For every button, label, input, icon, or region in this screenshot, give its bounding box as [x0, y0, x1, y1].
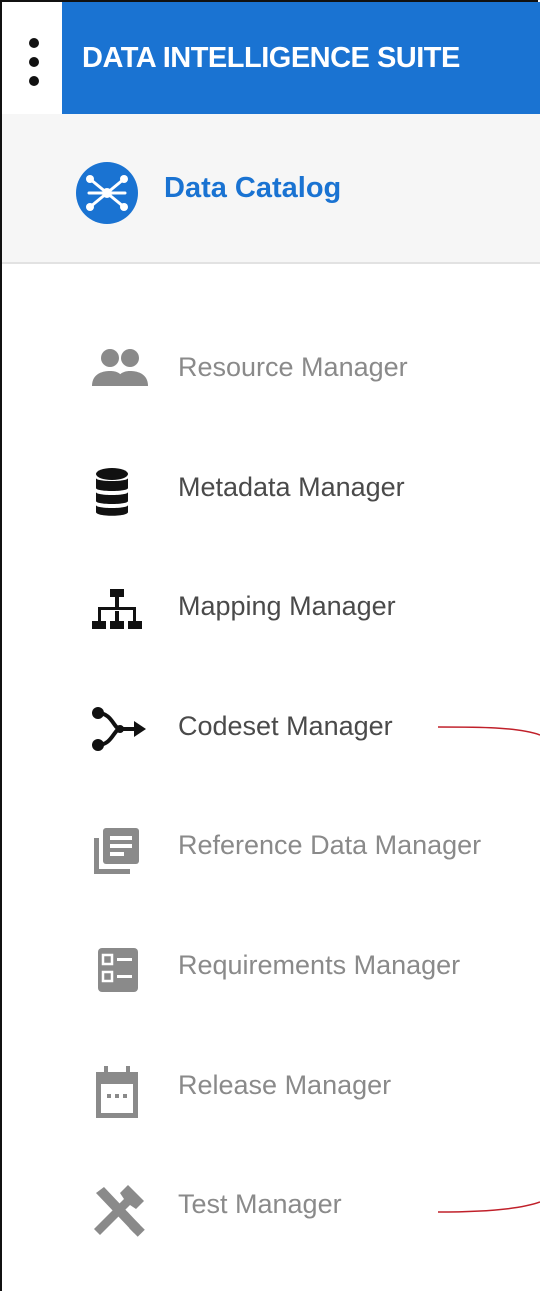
brand-bar: DATA INTELLIGENCE SUITE: [62, 2, 540, 114]
app-title: DATA INTELLIGENCE SUITE: [82, 41, 460, 74]
menu-item-label: Release Manager: [178, 1070, 392, 1100]
menu-item-label: Metadata Manager: [178, 472, 405, 502]
menu-item-resource-manager[interactable]: Resource Manager: [2, 328, 540, 408]
tools-icon: [90, 1183, 145, 1237]
checklist-icon: [90, 944, 140, 992]
menu-item-release-manager[interactable]: Release Manager: [2, 1046, 540, 1126]
menu-item-reference-data-manager[interactable]: Reference Data Manager: [2, 806, 540, 886]
menu-item-label: Reference Data Manager: [178, 830, 482, 860]
library-books-icon: [90, 824, 140, 874]
menu-item-requirements-manager[interactable]: Requirements Manager: [2, 926, 540, 1006]
menu-item-codeset-manager[interactable]: Codeset Manager: [2, 687, 540, 767]
data-catalog-label: Data Catalog: [164, 172, 342, 204]
data-catalog-section[interactable]: Data Catalog: [2, 114, 540, 264]
menu-item-label: Requirements Manager: [178, 950, 461, 980]
menu-item-label: Resource Manager: [178, 352, 408, 382]
menu-item-label: Mapping Manager: [178, 591, 396, 621]
menu-item-mapping-manager[interactable]: Mapping Manager: [2, 567, 540, 647]
hierarchy-icon: [90, 585, 142, 631]
calendar-icon: [90, 1064, 140, 1118]
menu-item-label: Codeset Manager: [178, 711, 393, 741]
menu-item-label: Test Manager: [178, 1189, 342, 1219]
database-icon: [90, 466, 140, 516]
kebab-menu-icon[interactable]: [24, 38, 44, 86]
data-catalog-icon: [76, 162, 138, 224]
menu-item-metadata-manager[interactable]: Metadata Manager: [2, 448, 540, 528]
users-icon: [90, 346, 148, 392]
menu-item-test-manager[interactable]: Test Manager: [2, 1165, 540, 1245]
merge-arrow-icon: [90, 705, 146, 751]
